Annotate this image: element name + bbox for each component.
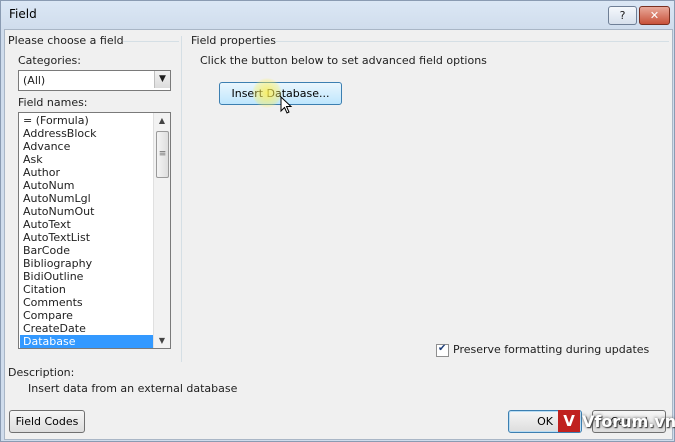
list-item[interactable]: Advance — [20, 140, 155, 153]
watermark-logo: V — [558, 410, 580, 432]
help-icon: ? — [619, 9, 626, 22]
dropdown-arrow-icon[interactable]: ▼ — [154, 71, 170, 88]
list-item[interactable]: AutoNumLgl — [20, 192, 155, 205]
divider — [123, 41, 179, 42]
close-button[interactable]: ✕ — [639, 6, 670, 25]
preserve-formatting-checkbox[interactable]: ✔ — [436, 343, 449, 357]
list-item[interactable]: BidiOutline — [20, 270, 155, 283]
field-names-list[interactable]: = (Formula) AddressBlock Advance Ask Aut… — [18, 112, 171, 349]
preserve-formatting-label[interactable]: Preserve formatting during updates — [453, 343, 649, 356]
list-item[interactable]: Citation — [20, 283, 155, 296]
list-item-selected[interactable]: Database — [20, 335, 155, 348]
watermark-text: Vforum.vn — [582, 411, 675, 431]
close-icon: ✕ — [649, 9, 660, 22]
mouse-cursor-icon — [280, 96, 293, 114]
list-item[interactable]: AutoText — [20, 218, 155, 231]
description-label: Description: — [8, 366, 75, 379]
field-names-label: Field names: — [18, 96, 88, 109]
list-item[interactable]: CreateDate — [20, 322, 155, 335]
list-item[interactable]: BarCode — [20, 244, 155, 257]
instruction-text: Click the button below to set advanced f… — [200, 54, 487, 67]
list-item[interactable]: AddressBlock — [20, 127, 155, 140]
list-scrollbar[interactable]: ▲ ≡ ▼ — [153, 113, 170, 348]
panel-divider — [181, 36, 182, 362]
list-item[interactable]: AutoNum — [20, 179, 155, 192]
categories-label: Categories: — [18, 54, 81, 67]
field-codes-button[interactable]: Field Codes — [9, 410, 85, 433]
scroll-thumb[interactable]: ≡ — [156, 131, 169, 178]
help-button[interactable]: ? — [608, 6, 637, 25]
scroll-up-icon[interactable]: ▲ — [154, 113, 170, 128]
list-item[interactable]: Author — [20, 166, 155, 179]
window-title: Field — [9, 7, 37, 21]
list-item[interactable]: AutoNumOut — [20, 205, 155, 218]
choose-field-heading: Please choose a field — [8, 34, 124, 47]
list-item[interactable]: Comments — [20, 296, 155, 309]
list-item[interactable]: Ask — [20, 153, 155, 166]
checkmark-icon: ✔ — [438, 343, 447, 354]
divider — [275, 41, 669, 42]
list-item[interactable]: = (Formula) — [20, 114, 155, 127]
watermark: V Vforum.vn — [558, 409, 675, 433]
categories-dropdown[interactable]: (All) ▼ — [18, 70, 171, 91]
description-text: Insert data from an external database — [28, 382, 238, 395]
list-item[interactable]: Bibliography — [20, 257, 155, 270]
title-bar: Field ? ✕ — [1, 1, 674, 29]
list-item[interactable]: Compare — [20, 309, 155, 322]
scroll-down-icon[interactable]: ▼ — [154, 333, 170, 348]
categories-value: (All) — [23, 74, 46, 87]
field-dialog: Field ? ✕ Please choose a field Categori… — [0, 0, 675, 442]
click-highlight — [252, 78, 282, 108]
field-properties-heading: Field properties — [191, 34, 277, 47]
dialog-body: Please choose a field Categories: (All) … — [4, 29, 675, 440]
list-item[interactable]: AutoTextList — [20, 231, 155, 244]
